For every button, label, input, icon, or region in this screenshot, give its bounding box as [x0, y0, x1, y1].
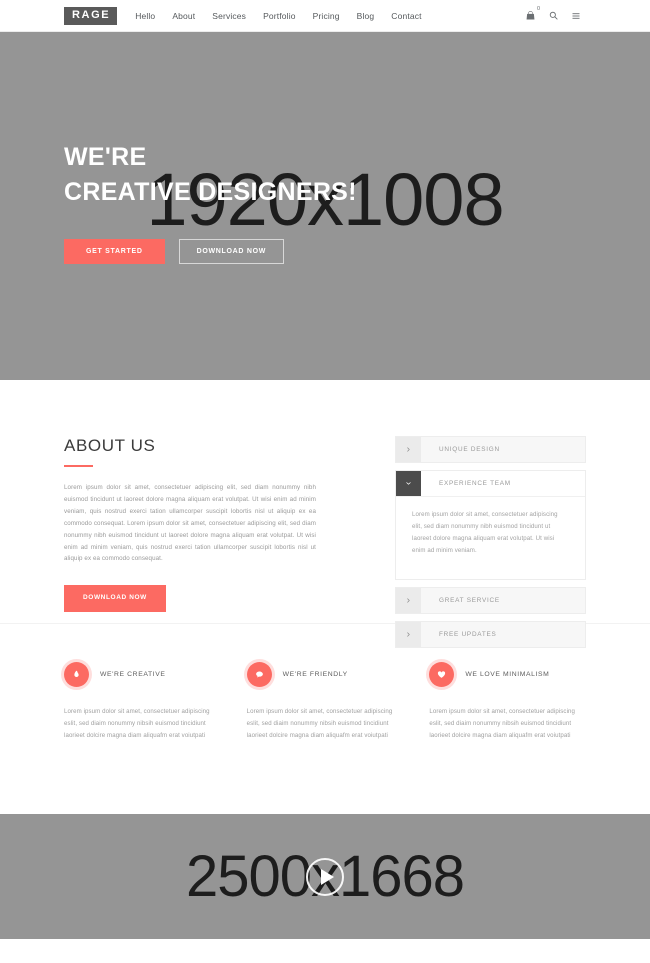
hero-title-line-2: CREATIVE DESIGNERS! — [64, 177, 357, 206]
accordion-label: FREE UPDATES — [439, 630, 497, 638]
get-started-button[interactable]: GET STARTED — [64, 239, 165, 264]
accordion-header[interactable]: EXPERIENCE TEAM — [396, 471, 585, 496]
accordion-body: Lorem ipsum dolor sit amet, consectetuer… — [396, 496, 585, 579]
accordion-item-free-updates[interactable]: FREE UPDATES — [395, 620, 586, 648]
heart-icon — [429, 662, 455, 687]
nav-item-hello[interactable]: Hello — [135, 11, 155, 21]
accordion-header[interactable]: UNIQUE DESIGN — [396, 437, 585, 462]
feature-column-minimalism: WE LOVE MINIMALISM Lorem ipsum dolor sit… — [429, 662, 586, 814]
nav-item-portfolio[interactable]: Portfolio — [263, 11, 296, 21]
hero-button-group: GET STARTED DOWNLOAD NOW — [64, 239, 357, 264]
accordion: UNIQUE DESIGN EXPERIENCE TEAM Lorem ipsu… — [395, 436, 586, 648]
nav-item-about[interactable]: About — [172, 11, 195, 21]
site-logo[interactable]: RAGE — [64, 6, 118, 25]
video-section: 2500x1668 — [0, 814, 650, 939]
flame-icon — [64, 662, 89, 687]
download-now-about-button[interactable]: DOWNLOAD NOW — [64, 585, 166, 612]
feature-header: WE'RE CREATIVE — [64, 662, 221, 687]
accordion-header[interactable]: FREE UPDATES — [396, 621, 585, 647]
hero-content: WE'RE CREATIVE DESIGNERS! GET STARTED DO… — [64, 140, 357, 264]
accordion-label: GREAT SERVICE — [439, 596, 500, 604]
feature-column-creative: WE'RE CREATIVE Lorem ipsum dolor sit ame… — [64, 662, 221, 814]
nav-item-services[interactable]: Services — [212, 11, 246, 21]
nav-item-blog[interactable]: Blog — [357, 11, 375, 21]
about-title: ABOUT US — [64, 436, 156, 455]
site-header: RAGE Hello About Services Portfolio Pric… — [0, 0, 650, 32]
accordion-label: EXPERIENCE TEAM — [439, 480, 511, 487]
accordion-label: UNIQUE DESIGN — [439, 446, 500, 453]
hero-title: WE'RE CREATIVE DESIGNERS! — [64, 140, 357, 209]
hamburger-menu-icon[interactable] — [572, 12, 580, 20]
feature-title: WE LOVE MINIMALISM — [465, 671, 550, 678]
shopping-cart-icon[interactable]: 0 — [526, 6, 540, 20]
feature-text: Lorem ipsum dolor sit amet, consectetuer… — [64, 708, 210, 740]
speech-bubble-icon — [246, 662, 272, 687]
accordion-item-experience-team[interactable]: EXPERIENCE TEAM Lorem ipsum dolor sit am… — [395, 470, 586, 580]
about-left-column: ABOUT US Lorem ipsum dolor sit amet, con… — [64, 436, 329, 623]
about-paragraph: Lorem ipsum dolor sit amet, consectetuer… — [64, 484, 316, 563]
search-icon[interactable] — [549, 11, 558, 20]
feature-header: WE'RE FRIENDLY — [246, 662, 404, 687]
about-title-underline — [64, 465, 93, 467]
play-button-icon[interactable] — [306, 857, 344, 896]
accordion-item-unique-design[interactable]: UNIQUE DESIGN — [395, 436, 586, 463]
feature-text: Lorem ipsum dolor sit amet, consectetuer… — [246, 708, 393, 740]
feature-title: WE'RE FRIENDLY — [282, 671, 348, 678]
accordion-header[interactable]: GREAT SERVICE — [396, 587, 585, 613]
nav-item-contact[interactable]: Contact — [391, 11, 421, 21]
hero-section: 1920x1008 WE'RE CREATIVE DESIGNERS! GET … — [0, 32, 650, 380]
about-section: ABOUT US Lorem ipsum dolor sit amet, con… — [0, 380, 650, 648]
hero-title-line-1: WE'RE — [64, 143, 147, 171]
chevron-down-icon[interactable] — [396, 471, 421, 496]
feature-header: WE LOVE MINIMALISM — [429, 662, 586, 687]
cart-count-badge: 0 — [536, 6, 540, 12]
download-now-hero-button[interactable]: DOWNLOAD NOW — [178, 239, 285, 264]
nav-item-pricing[interactable]: Pricing — [313, 11, 340, 21]
main-navigation: Hello About Services Portfolio Pricing B… — [135, 11, 421, 21]
feature-title: WE'RE CREATIVE — [100, 671, 166, 678]
features-section: WE'RE CREATIVE Lorem ipsum dolor sit ame… — [0, 624, 650, 814]
chevron-right-icon[interactable] — [396, 621, 421, 647]
chevron-right-icon[interactable] — [396, 587, 421, 613]
accordion-item-great-service[interactable]: GREAT SERVICE — [395, 586, 586, 614]
chevron-right-icon[interactable] — [396, 437, 421, 462]
feature-text: Lorem ipsum dolor sit amet, consectetuer… — [429, 708, 576, 740]
header-actions: 0 — [526, 6, 636, 20]
play-triangle — [320, 868, 334, 885]
feature-column-friendly: WE'RE FRIENDLY Lorem ipsum dolor sit ame… — [246, 662, 404, 814]
